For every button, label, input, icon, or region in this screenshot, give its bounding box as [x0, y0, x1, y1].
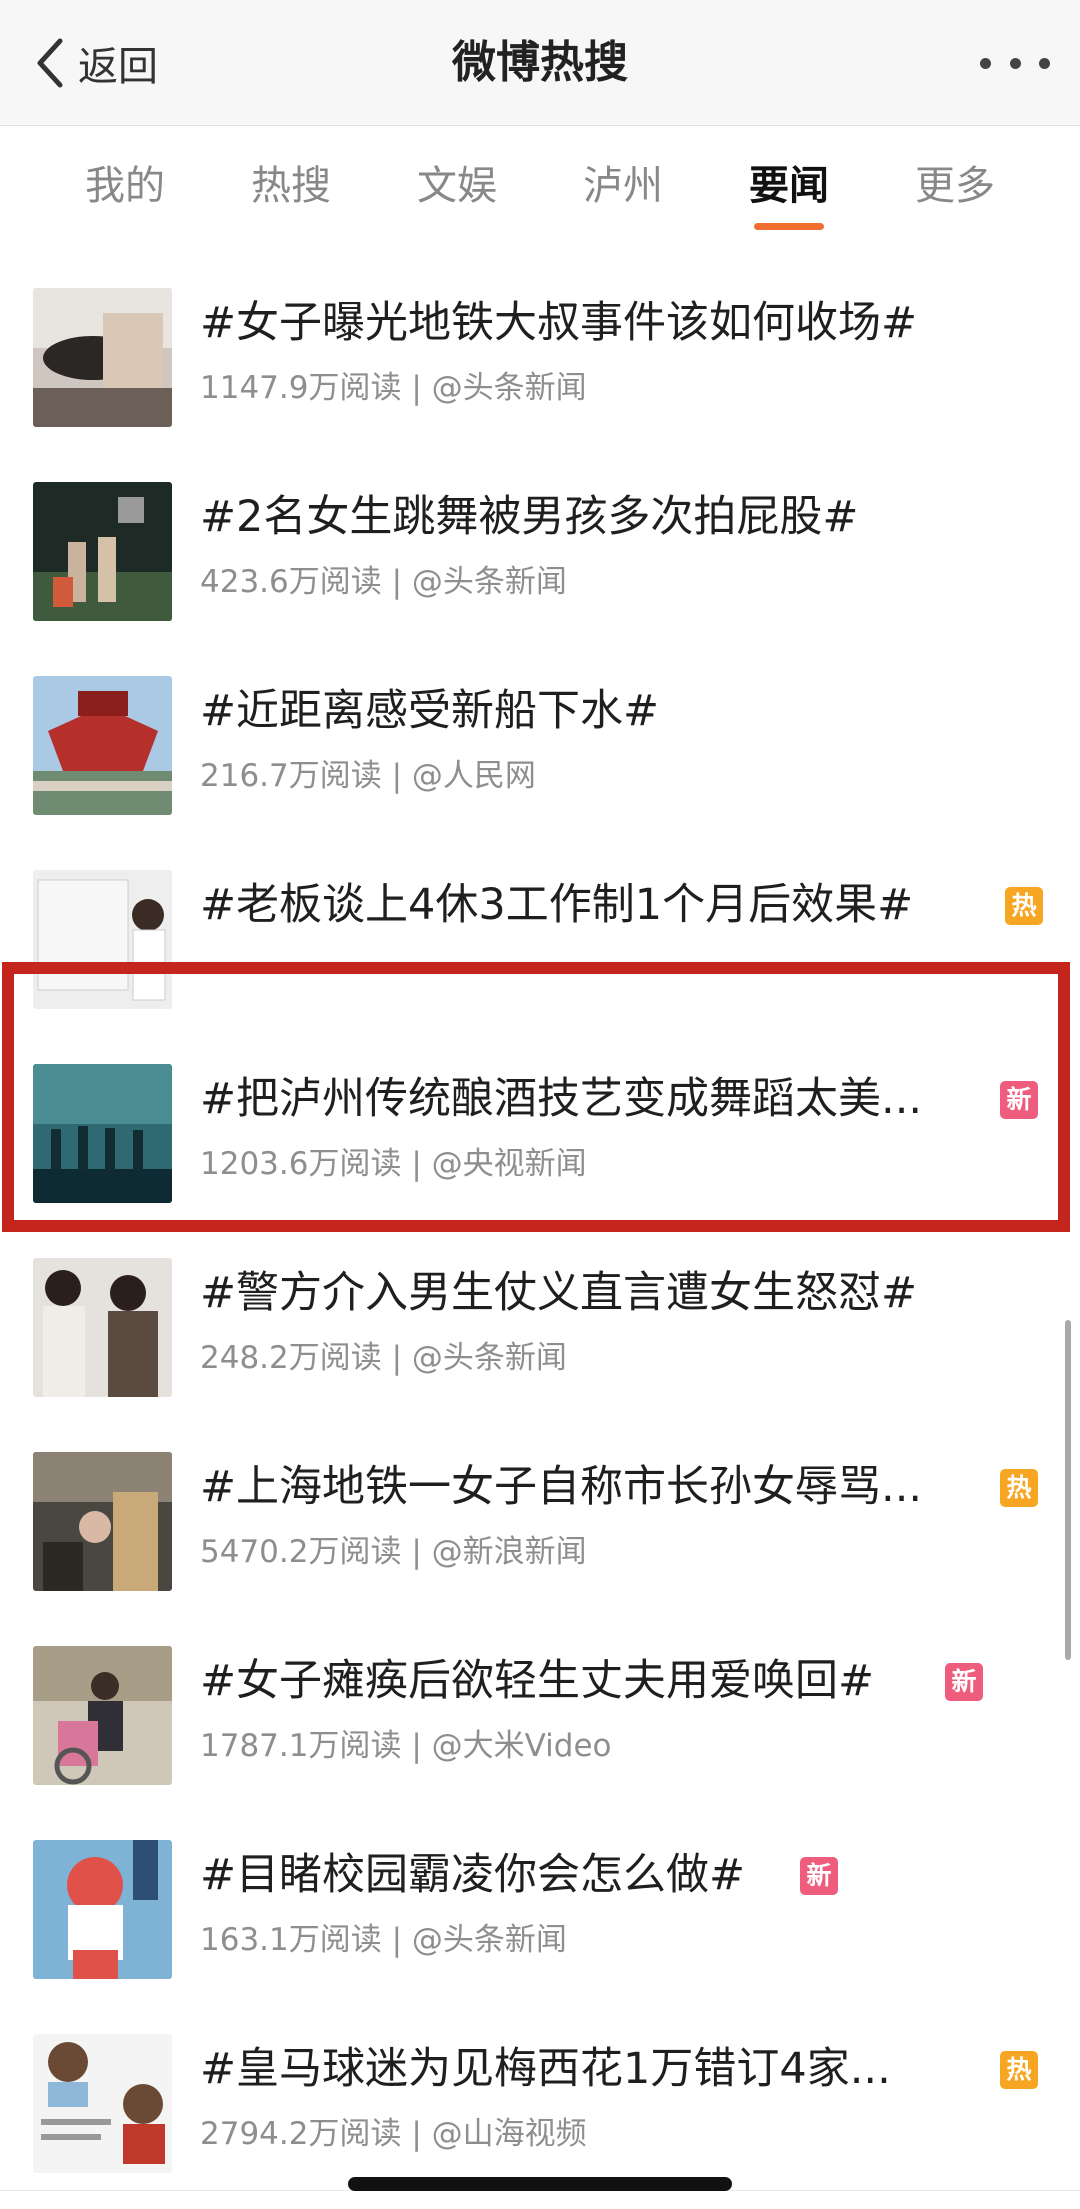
home-indicator — [348, 2177, 732, 2191]
trend-title: #皇马球迷为见梅西花1万错订4家... — [200, 2044, 891, 2094]
trend-item[interactable]: #目睹校园霸凌你会怎么做# 163.1万阅读 | @头条新闻 新 — [0, 1802, 1080, 1997]
tab-news[interactable]: 要闻 — [714, 126, 864, 250]
tab-luzhou[interactable]: 泸州 — [548, 126, 698, 250]
trend-title: #把泸州传统酿酒技艺变成舞蹈太美... — [200, 1074, 923, 1124]
trend-item[interactable]: #近距离感受新船下水# 216.7万阅读 | @人民网 — [0, 638, 1080, 833]
trend-meta: 248.2万阅读 | @头条新闻 — [200, 1340, 567, 1376]
thumbnail-image — [33, 676, 172, 815]
trend-item[interactable]: #老板谈上4休3工作制1个月后效果# 热 — [0, 832, 1080, 1027]
trend-meta: 1147.9万阅读 | @头条新闻 — [200, 370, 587, 406]
trend-item[interactable]: #警方介入男生仗义直言遭女生怒怼# 248.2万阅读 | @头条新闻 — [0, 1220, 1080, 1415]
hot-badge: 热 — [1000, 2051, 1038, 2089]
trend-title: #警方介入男生仗义直言遭女生怒怼# — [200, 1268, 918, 1318]
thumbnail-image — [33, 1064, 172, 1203]
scrollbar[interactable] — [1065, 1320, 1071, 1660]
trend-item[interactable]: #皇马球迷为见梅西花1万错订4家... 2794.2万阅读 | @山海视频 热 — [0, 1996, 1080, 2191]
hot-badge: 热 — [1000, 1469, 1038, 1507]
trend-item[interactable]: #2名女生跳舞被男孩多次拍屁股# 423.6万阅读 | @头条新闻 — [0, 444, 1080, 639]
trend-meta: 423.6万阅读 | @头条新闻 — [200, 564, 567, 600]
active-tab-indicator — [754, 223, 824, 230]
trend-meta: 5470.2万阅读 | @新浪新闻 — [200, 1534, 587, 1570]
trend-meta: 163.1万阅读 | @头条新闻 — [200, 1922, 567, 1958]
top-bar: 返回 微博热搜 — [0, 0, 1080, 126]
thumbnail-image — [33, 1452, 172, 1591]
thumbnail-image — [33, 482, 172, 621]
tab-bar: 我的 热搜 文娱 泸州 要闻 更多 — [0, 126, 1080, 251]
trend-meta: 2794.2万阅读 | @山海视频 — [200, 2116, 587, 2152]
page-title: 微博热搜 — [452, 37, 628, 88]
thumbnail-image — [33, 1840, 172, 1979]
trend-title: #老板谈上4休3工作制1个月后效果# — [200, 880, 914, 930]
trend-item[interactable]: #女子瘫痪后欲轻生丈夫用爱唤回# 1787.1万阅读 | @大米Video 新 — [0, 1608, 1080, 1803]
hot-badge: 热 — [1005, 887, 1043, 925]
more-dots-icon[interactable] — [980, 40, 1050, 86]
tab-entertainment[interactable]: 文娱 — [382, 126, 532, 250]
trend-item[interactable]: #把泸州传统酿酒技艺变成舞蹈太美... 1203.6万阅读 | @央视新闻 新 — [0, 1026, 1080, 1221]
trend-title: #女子瘫痪后欲轻生丈夫用爱唤回# — [200, 1656, 875, 1706]
tab-mine[interactable]: 我的 — [50, 126, 200, 250]
trend-title: #2名女生跳舞被男孩多次拍屁股# — [200, 492, 859, 542]
trend-item[interactable]: #上海地铁一女子自称市长孙女辱骂... 5470.2万阅读 | @新浪新闻 热 — [0, 1414, 1080, 1609]
thumbnail-image — [33, 870, 172, 1009]
thumbnail-image — [33, 1646, 172, 1785]
new-badge: 新 — [800, 1857, 838, 1895]
thumbnail-image — [33, 2034, 172, 2173]
new-badge: 新 — [1000, 1081, 1038, 1119]
tab-hot[interactable]: 热搜 — [216, 126, 366, 250]
trend-title: #近距离感受新船下水# — [200, 686, 660, 736]
new-badge: 新 — [945, 1663, 983, 1701]
trend-title: #女子曝光地铁大叔事件该如何收场# — [200, 298, 918, 348]
trend-title: #目睹校园霸凌你会怎么做# — [200, 1850, 746, 1900]
tab-more[interactable]: 更多 — [880, 126, 1030, 250]
thumbnail-image — [33, 288, 172, 427]
trend-meta: 1787.1万阅读 | @大米Video — [200, 1728, 612, 1764]
thumbnail-image — [33, 1258, 172, 1397]
trend-title: #上海地铁一女子自称市长孙女辱骂... — [200, 1462, 923, 1512]
trend-item[interactable]: #女子曝光地铁大叔事件该如何收场# 1147.9万阅读 | @头条新闻 — [0, 250, 1080, 445]
trend-meta: 1203.6万阅读 | @央视新闻 — [200, 1146, 587, 1182]
trend-meta: 216.7万阅读 | @人民网 — [200, 758, 536, 794]
